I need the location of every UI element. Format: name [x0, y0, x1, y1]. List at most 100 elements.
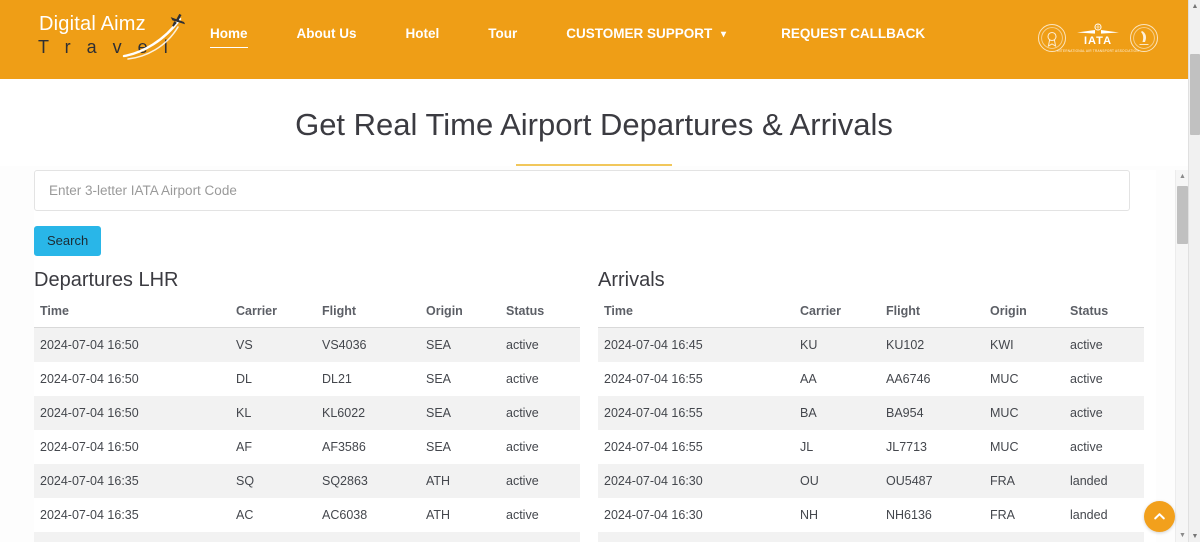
table-row: 2024-07-04 16:30 NH NH6136 FRA landed	[598, 498, 1144, 532]
cell-flight: JL7713	[886, 440, 928, 454]
cell-status: active	[1070, 440, 1103, 454]
cell-status: active	[506, 338, 539, 352]
browser-scrollbar-thumb[interactable]	[1190, 54, 1200, 135]
cell-carrier: KU	[800, 338, 818, 352]
cell-flight: A3603	[316, 532, 420, 542]
cell-flight: AC6038	[322, 508, 368, 522]
search-row: Search	[34, 170, 1144, 256]
nav-item-about-us-label: About Us	[296, 26, 357, 41]
page-title: Get Real Time Airport Departures & Arriv…	[295, 107, 893, 142]
cell-time: 2024-07-04 16:50	[40, 372, 139, 386]
accreditation-seal-badge	[1038, 24, 1066, 52]
cell-origin: JFK	[984, 532, 1064, 542]
widget-scrollbar-thumb[interactable]	[1177, 186, 1188, 244]
cell-carrier: AF	[236, 440, 252, 454]
iata-wings-icon	[1077, 23, 1119, 34]
airplane-swoosh-icon	[122, 13, 186, 60]
flight-board-content: Search Departures LHR Time Carrier Fligh…	[34, 170, 1144, 542]
cell-status: landed	[1070, 508, 1108, 522]
table-row: 2024-07-04 16:45 KU KU102 KWI active	[598, 327, 1144, 362]
cell-time: 2024-07-04 16:35	[40, 474, 139, 488]
arrivals-board: Arrivals Time Carrier Flight Origin Stat…	[598, 268, 1144, 542]
nav-item-hotel-label: Hotel	[405, 26, 440, 41]
flight-board-widget: Search Departures LHR Time Carrier Fligh…	[34, 170, 1156, 542]
site-header: Digital Aimz T r a v e l Home About Us H…	[0, 0, 1188, 79]
table-row: 2024-07-04 16:50 VS VS4036 SEA active	[34, 327, 580, 362]
iata-badge-word: IATA	[1083, 34, 1113, 47]
cell-carrier: AY	[794, 532, 880, 542]
departures-table-head: Time Carrier Flight Origin Status	[34, 300, 580, 328]
nav-item-request-callback[interactable]: REQUEST CALLBACK	[781, 26, 925, 48]
cell-carrier: AC	[236, 508, 254, 522]
cell-origin: SEA	[426, 338, 452, 352]
cell-time: 2024-07-04 16:55	[604, 440, 703, 454]
table-row: 2024-07-04 16:50 DL DL21 SEA active	[34, 362, 580, 396]
cell-status: active	[1070, 338, 1103, 352]
cell-flight: BA954	[886, 406, 924, 420]
cell-carrier: A3	[230, 532, 316, 542]
cell-status: active	[506, 508, 539, 522]
widget-scroll-down-arrow-icon[interactable]: ▼	[1176, 529, 1188, 542]
widget-scrollbar[interactable]: ▲ ▼	[1175, 170, 1188, 542]
cell-carrier: NH	[800, 508, 819, 522]
browser-scroll-up-arrow-icon[interactable]: ▲	[1189, 0, 1200, 12]
arrivals-table-body: 2024-07-04 16:45 KU KU102 KWI active 2024-07-…	[598, 327, 1144, 542]
search-button[interactable]: Search	[34, 226, 102, 256]
column-header-flight: Flight	[316, 300, 420, 328]
cell-status: active	[1070, 372, 1103, 386]
nav-item-hotel[interactable]: Hotel	[406, 26, 440, 48]
cell-carrier: OU	[800, 474, 819, 488]
cell-flight: AY4017	[880, 532, 984, 542]
browser-page: Digital Aimz T r a v e l Home About Us H…	[0, 0, 1200, 542]
cell-time: 2024-07-04 16:30	[604, 474, 703, 488]
nav-item-tour[interactable]: Tour	[488, 26, 517, 48]
departures-title: Departures LHR	[34, 269, 179, 291]
airport-code-input[interactable]	[34, 170, 1130, 211]
nav-item-customer-support-label: CUSTOMER SUPPORT	[566, 26, 713, 41]
column-header-status: Status	[500, 300, 580, 328]
column-header-status: Status	[1064, 300, 1144, 328]
widget-scroll-up-arrow-icon[interactable]: ▲	[1176, 170, 1188, 183]
browser-scroll-down-arrow-icon[interactable]: ▼	[1189, 530, 1200, 542]
cell-carrier: JL	[800, 440, 814, 454]
table-row: 2024-07-04 16:35 AC AC6038 ATH active	[34, 498, 580, 532]
cell-origin: SEA	[426, 372, 452, 386]
browser-scrollbar[interactable]: ▲ ▼	[1188, 0, 1200, 542]
column-header-time: Time	[34, 300, 230, 328]
cell-time: 2024-07-04 16:55	[604, 372, 703, 386]
departures-table-body: 2024-07-04 16:50 VS VS4036 SEA active 2024-07…	[34, 327, 580, 542]
cell-origin: KWI	[990, 338, 1014, 352]
cell-flight: DL21	[322, 372, 352, 386]
nav-item-customer-support[interactable]: CUSTOMER SUPPORT ▾	[566, 26, 726, 48]
chevron-up-icon	[1154, 513, 1165, 520]
arrivals-table: Time Carrier Flight Origin Status 2024-0…	[598, 300, 1144, 542]
cell-flight: KL6022	[322, 406, 366, 420]
table-header-row: Time Carrier Flight Origin Status	[34, 300, 580, 328]
cell-status: active	[506, 440, 539, 454]
nav-item-tour-label: Tour	[488, 26, 518, 41]
nav-item-home[interactable]: Home	[210, 26, 248, 48]
column-header-flight: Flight	[880, 300, 984, 328]
iata-badge-subtitle: INTERNATIONAL AIR TRANSPORT ASSOCIATION	[1057, 48, 1139, 53]
nav-item-about-us[interactable]: About Us	[297, 26, 357, 48]
cell-carrier: AA	[800, 372, 817, 386]
nav-item-home-label: Home	[210, 26, 248, 41]
cell-status: active	[1070, 406, 1103, 420]
accreditation-badges: IATA INTERNATIONAL AIR TRANSPORT ASSOCIA…	[1038, 22, 1158, 54]
trust-seal-icon	[1133, 27, 1155, 49]
cell-flight: AA6746	[886, 372, 931, 386]
iata-badge: IATA INTERNATIONAL AIR TRANSPORT ASSOCIA…	[1057, 22, 1139, 54]
cell-carrier: KL	[236, 406, 252, 420]
table-row: 2024-07-04 16:55 BA BA954 MUC active	[598, 396, 1144, 430]
seal-icon	[1041, 27, 1063, 49]
column-header-carrier: Carrier	[794, 300, 880, 328]
table-row: 2024-07-04 16:50 KL KL6022 SEA active	[34, 396, 580, 430]
site-logo[interactable]: Digital Aimz T r a v e l	[34, 11, 186, 67]
scroll-to-top-button[interactable]	[1144, 501, 1175, 532]
page-viewport: Digital Aimz T r a v e l Home About Us H…	[0, 0, 1188, 542]
cell-status: active	[500, 532, 580, 542]
cell-origin: FRA	[990, 508, 1015, 522]
cell-time: 2024-07-04 16:35	[40, 508, 139, 522]
table-row: 2024-07-04 16:30 OU OU5487 FRA landed	[598, 464, 1144, 498]
table-row: 2024-07-04 16:35 SQ SQ2863 ATH active	[34, 464, 580, 498]
